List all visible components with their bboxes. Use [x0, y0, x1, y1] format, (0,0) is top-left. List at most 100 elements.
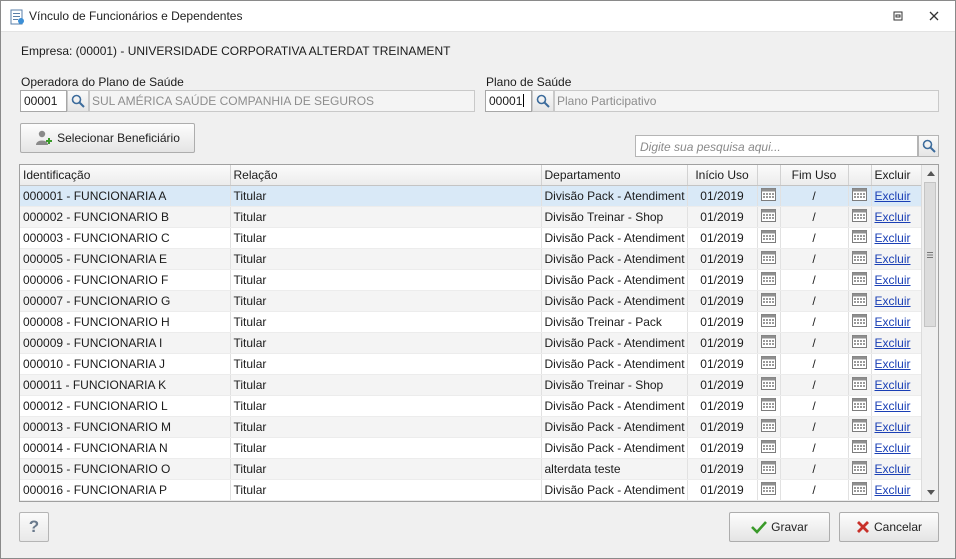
- cell-relacao[interactable]: Titular: [230, 185, 542, 207]
- col-inicio-uso[interactable]: Início Uso: [687, 165, 758, 186]
- cell-identificacao[interactable]: 000015 - FUNCIONARIO O: [20, 458, 231, 480]
- cell-inicio-uso[interactable]: 01/2019: [687, 437, 758, 459]
- delete-link[interactable]: Excluir: [875, 462, 911, 476]
- calendar-icon[interactable]: [757, 227, 781, 249]
- delete-link[interactable]: Excluir: [875, 441, 911, 455]
- delete-link[interactable]: Excluir: [875, 420, 911, 434]
- scroll-thumb[interactable]: [924, 182, 936, 327]
- calendar-icon[interactable]: [757, 437, 781, 459]
- cell-departamento[interactable]: Divisão Pack - Atendiment: [541, 479, 688, 501]
- table-row[interactable]: 000009 - FUNCIONARIA I Titular Divisão Pac…: [20, 332, 922, 354]
- col-excluir[interactable]: Excluir: [871, 165, 922, 186]
- calendar-icon[interactable]: [848, 437, 872, 459]
- cell-identificacao[interactable]: 000005 - FUNCIONARIA E: [20, 248, 231, 270]
- select-beneficiary-button[interactable]: Selecionar Beneficiário: [20, 123, 195, 153]
- cell-identificacao[interactable]: 000008 - FUNCIONARIO H: [20, 311, 231, 333]
- plano-code-input[interactable]: 00001: [485, 90, 532, 112]
- cell-inicio-uso[interactable]: 01/2019: [687, 311, 758, 333]
- calendar-icon[interactable]: [848, 248, 872, 270]
- cell-departamento[interactable]: Divisão Treinar - Shop: [541, 206, 688, 228]
- cell-fim-uso[interactable]: /: [780, 395, 849, 417]
- cell-relacao[interactable]: Titular: [230, 479, 542, 501]
- cell-relacao[interactable]: Titular: [230, 290, 542, 312]
- cell-identificacao[interactable]: 000006 - FUNCIONARIO F: [20, 269, 231, 291]
- delete-link[interactable]: Excluir: [875, 336, 911, 350]
- col-identificacao[interactable]: Identificação: [20, 165, 231, 186]
- cell-departamento[interactable]: Divisão Pack - Atendiment: [541, 248, 688, 270]
- delete-link[interactable]: Excluir: [875, 357, 911, 371]
- cell-fim-uso[interactable]: /: [780, 248, 849, 270]
- cell-identificacao[interactable]: 000009 - FUNCIONARIA I: [20, 332, 231, 354]
- cell-identificacao[interactable]: 000001 - FUNCIONARIA A: [20, 185, 231, 207]
- calendar-icon[interactable]: [757, 290, 781, 312]
- calendar-icon[interactable]: [757, 353, 781, 375]
- cell-departamento[interactable]: Divisão Pack - Atendiment: [541, 395, 688, 417]
- cell-departamento[interactable]: Divisão Pack - Atendiment: [541, 416, 688, 438]
- cell-identificacao[interactable]: 000016 - FUNCIONARIA P: [20, 479, 231, 501]
- cell-fim-uso[interactable]: /: [780, 269, 849, 291]
- calendar-icon[interactable]: [848, 395, 872, 417]
- scroll-down-button[interactable]: [922, 484, 938, 501]
- table-row[interactable]: 000006 - FUNCIONARIO F Titular Divisão Pac…: [20, 269, 922, 291]
- cell-departamento[interactable]: alterdata teste: [541, 458, 688, 480]
- calendar-icon[interactable]: [757, 185, 781, 207]
- cancel-button[interactable]: Cancelar: [839, 512, 939, 542]
- help-button[interactable]: ?: [19, 512, 49, 542]
- cell-departamento[interactable]: Divisão Pack - Atendiment: [541, 185, 688, 207]
- cell-departamento[interactable]: Divisão Pack - Atendiment: [541, 332, 688, 354]
- cell-relacao[interactable]: Titular: [230, 206, 542, 228]
- calendar-icon[interactable]: [757, 416, 781, 438]
- table-row[interactable]: 000011 - FUNCIONARIA K Titular Divisão Tre…: [20, 374, 922, 396]
- calendar-icon[interactable]: [848, 269, 872, 291]
- cell-relacao[interactable]: Titular: [230, 227, 542, 249]
- calendar-icon[interactable]: [848, 206, 872, 228]
- cell-inicio-uso[interactable]: 01/2019: [687, 248, 758, 270]
- table-row[interactable]: 000013 - FUNCIONARIO M Titular Divisão Pac…: [20, 416, 922, 438]
- calendar-icon[interactable]: [848, 374, 872, 396]
- calendar-icon[interactable]: [848, 353, 872, 375]
- delete-link[interactable]: Excluir: [875, 315, 911, 329]
- cell-relacao[interactable]: Titular: [230, 395, 542, 417]
- cell-relacao[interactable]: Titular: [230, 458, 542, 480]
- calendar-icon[interactable]: [757, 332, 781, 354]
- cell-relacao[interactable]: Titular: [230, 332, 542, 354]
- cell-relacao[interactable]: Titular: [230, 374, 542, 396]
- table-row[interactable]: 000002 - FUNCIONARIO B Titular Divisão Tre…: [20, 206, 922, 228]
- cell-inicio-uso[interactable]: 01/2019: [687, 416, 758, 438]
- delete-link[interactable]: Excluir: [875, 231, 911, 245]
- cell-departamento[interactable]: Divisão Treinar - Shop: [541, 374, 688, 396]
- table-row[interactable]: 000001 - FUNCIONARIA A Titular Divisão Pac…: [20, 185, 922, 207]
- table-row[interactable]: 000010 - FUNCIONARIA J Titular Divisão Pac…: [20, 353, 922, 375]
- calendar-icon[interactable]: [757, 374, 781, 396]
- cell-relacao[interactable]: Titular: [230, 311, 542, 333]
- cell-fim-uso[interactable]: /: [780, 479, 849, 501]
- table-row[interactable]: 000007 - FUNCIONARIO G Titular Divisão Pac…: [20, 290, 922, 312]
- calendar-icon[interactable]: [848, 332, 872, 354]
- cell-fim-uso[interactable]: /: [780, 353, 849, 375]
- delete-link[interactable]: Excluir: [875, 189, 911, 203]
- calendar-icon[interactable]: [757, 395, 781, 417]
- cell-relacao[interactable]: Titular: [230, 248, 542, 270]
- cell-departamento[interactable]: Divisão Pack - Atendiment: [541, 437, 688, 459]
- cell-inicio-uso[interactable]: 01/2019: [687, 290, 758, 312]
- cell-relacao[interactable]: Titular: [230, 416, 542, 438]
- cell-departamento[interactable]: Divisão Pack - Atendiment: [541, 227, 688, 249]
- table-row[interactable]: 000003 - FUNCIONARIO C Titular Divisão Pac…: [20, 227, 922, 249]
- table-row[interactable]: 000005 - FUNCIONARIA E Titular Divisão Pac…: [20, 248, 922, 270]
- delete-link[interactable]: Excluir: [875, 294, 911, 308]
- cell-departamento[interactable]: Divisão Treinar - Pack: [541, 311, 688, 333]
- delete-link[interactable]: Excluir: [875, 273, 911, 287]
- cell-inicio-uso[interactable]: 01/2019: [687, 269, 758, 291]
- grid-search-input[interactable]: Digite sua pesquisa aqui...: [635, 135, 918, 157]
- cell-relacao[interactable]: Titular: [230, 269, 542, 291]
- col-departamento[interactable]: Departamento: [541, 165, 688, 186]
- cell-inicio-uso[interactable]: 01/2019: [687, 374, 758, 396]
- calendar-icon[interactable]: [757, 458, 781, 480]
- calendar-icon[interactable]: [848, 416, 872, 438]
- cell-identificacao[interactable]: 000012 - FUNCIONARIO L: [20, 395, 231, 417]
- cell-identificacao[interactable]: 000011 - FUNCIONARIA K: [20, 374, 231, 396]
- restore-button[interactable]: [885, 5, 911, 27]
- cell-identificacao[interactable]: 000014 - FUNCIONARIA N: [20, 437, 231, 459]
- table-row[interactable]: 000008 - FUNCIONARIO H Titular Divisão Tre…: [20, 311, 922, 333]
- calendar-icon[interactable]: [848, 290, 872, 312]
